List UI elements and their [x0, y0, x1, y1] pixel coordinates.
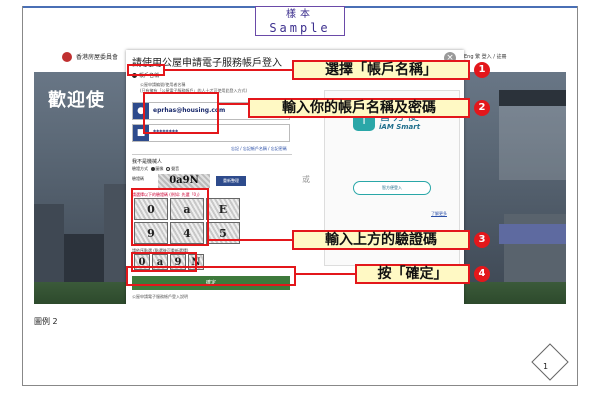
callout-3: 輸入上方的驗證碼: [292, 230, 470, 250]
callout-2: 輸入你的帳戶名稱及密碼: [248, 98, 470, 118]
callout-1: 選擇「帳戶名稱」: [292, 60, 470, 80]
callout-number-3: 3: [474, 232, 490, 248]
callout-number-1: 1: [474, 62, 490, 78]
figure-label: 圖例 2: [34, 317, 58, 326]
page-number: 1: [543, 362, 549, 371]
callout-4: 按「確定」: [355, 264, 470, 284]
callout-number-4: 4: [474, 266, 490, 282]
page-number-diamond: [531, 343, 569, 381]
callout-number-2: 2: [474, 100, 490, 116]
